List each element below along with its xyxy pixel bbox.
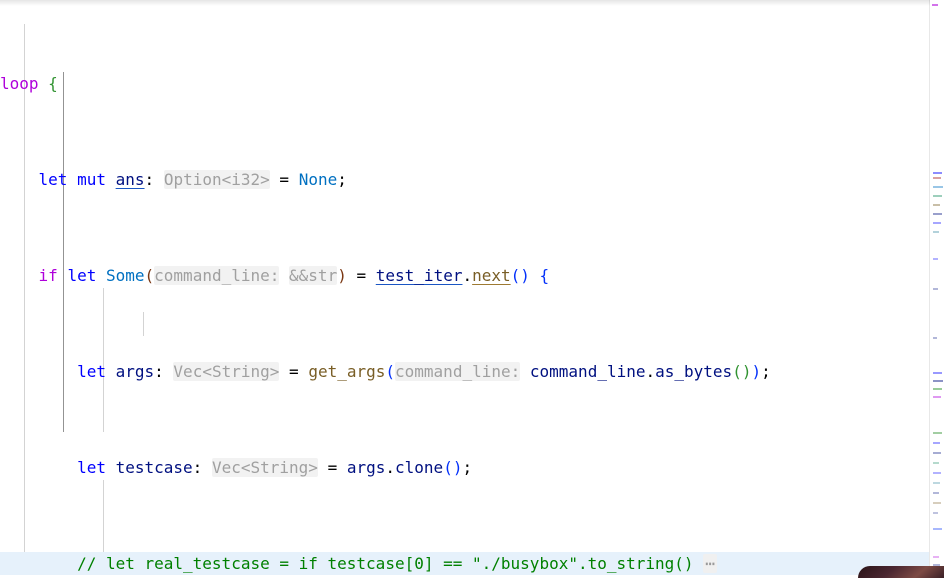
token-keyword: let [77, 362, 106, 381]
minimap-row [933, 528, 942, 530]
token-keyword-if: if [38, 266, 58, 285]
token-keyword: let [38, 170, 68, 189]
token-bracket: ) [751, 362, 762, 381]
minimap-row [933, 432, 942, 434]
minimap[interactable] [929, 0, 944, 578]
token-constant-none: None [298, 170, 338, 189]
token-bracket: () [510, 266, 530, 285]
inlay-hint-type: Vec<String> [173, 362, 280, 381]
token-punct: ; [462, 458, 473, 477]
token-punct: ; [337, 170, 347, 189]
minimap-row [933, 177, 941, 179]
token-operator: = [356, 266, 367, 285]
inlay-hint-param: command_line: [395, 362, 521, 381]
minimap-row [933, 195, 942, 197]
minimap-row [933, 258, 938, 260]
minimap-row [933, 222, 941, 224]
token-method-clone: clone [395, 458, 444, 477]
code-line[interactable]: let testcase: Vec<String> = args.clone()… [0, 456, 930, 480]
token-function-get-args: get_args [308, 362, 386, 381]
token-keyword: loop [0, 74, 39, 93]
token-punct: : [154, 362, 164, 381]
minimap-row [933, 388, 942, 390]
minimap-row [933, 452, 941, 454]
minimap-row [933, 231, 939, 233]
minimap-row [933, 337, 937, 339]
minimap-row [933, 512, 938, 514]
token-variable-ans: ans [115, 170, 145, 189]
inlay-hint-type: Option<i32> [163, 170, 270, 189]
token-keyword: let [77, 458, 106, 477]
inlay-hint-param: command_line: [154, 266, 280, 285]
token-bracket: { [48, 74, 58, 93]
token-bracket: () [443, 458, 463, 477]
code-line-active[interactable]: // let real_testcase = if testcase[0] ==… [0, 552, 930, 576]
token-bracket: ) [337, 266, 347, 285]
minimap-row [933, 442, 940, 444]
token-variable: args [346, 458, 386, 477]
code-line[interactable]: if let Some(command_line: &&str) = test_… [0, 264, 930, 288]
token-bracket: ( [385, 362, 396, 381]
minimap-row [933, 556, 939, 558]
token-variable-testcase: testcase [115, 458, 193, 477]
token-variable-test-iter: test_iter [375, 266, 463, 285]
minimap-row [933, 462, 939, 464]
token-punct: . [462, 266, 473, 285]
code-line[interactable]: let mut ans: Option<i32> = None; [0, 168, 930, 192]
token-method-as-bytes: as_bytes [655, 362, 733, 381]
minimap-row [933, 396, 941, 398]
code-content[interactable]: loop { let mut ans: Option<i32> = None; … [0, 0, 930, 578]
token-bracket: ( [144, 266, 155, 285]
token-punct: : [144, 170, 155, 189]
token-enum-some: Some [105, 266, 145, 285]
token-keyword: mut [77, 170, 106, 189]
minimap-row [932, 4, 938, 6]
token-bracket: () [732, 362, 752, 381]
minimap-row [933, 172, 942, 174]
minimap-row [933, 502, 941, 504]
token-variable: command_line [529, 362, 646, 381]
token-bracket: { [539, 266, 550, 285]
webcam-overlay[interactable] [858, 566, 944, 578]
minimap-row [933, 472, 941, 474]
minimap-row [933, 204, 940, 206]
minimap-row [933, 482, 940, 484]
code-line[interactable]: loop { [0, 72, 930, 96]
folded-range-ellipsis[interactable]: ⋯ [703, 554, 717, 573]
token-keyword: let [67, 266, 97, 285]
code-editor[interactable]: loop { let mut ans: Option<i32> = None; … [0, 0, 944, 578]
token-operator: = [279, 170, 290, 189]
token-variable-args: args [115, 362, 155, 381]
token-operator: = [289, 362, 299, 381]
minimap-row [933, 372, 942, 374]
token-function-next: next [472, 266, 511, 285]
inlay-hint-type: Vec<String> [211, 458, 318, 477]
inlay-hint-type: &&str [289, 266, 338, 285]
token-punct: : [192, 458, 203, 477]
token-operator: = [327, 458, 338, 477]
minimap-row [933, 186, 943, 188]
token-punct: . [645, 362, 656, 381]
code-line[interactable]: let args: Vec<String> = get_args(command… [0, 360, 930, 384]
minimap-row [933, 288, 938, 290]
minimap-row [933, 380, 943, 382]
minimap-row [933, 492, 939, 494]
token-comment: // let real_testcase = if testcase[0] ==… [77, 554, 694, 573]
token-punct: ; [761, 362, 771, 381]
minimap-row [933, 213, 942, 215]
token-punct: . [385, 458, 396, 477]
